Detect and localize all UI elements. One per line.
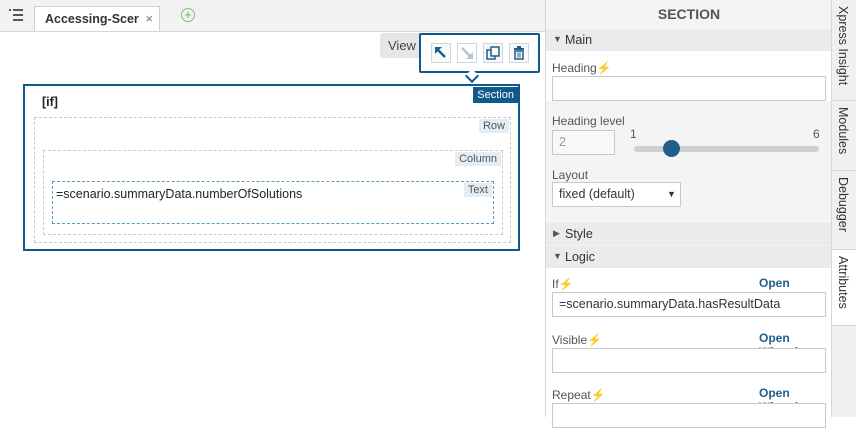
attributes-panel: SECTION ▼ Main Heading⚡ Heading level 2 … (545, 0, 832, 428)
slider-thumb[interactable] (662, 140, 680, 157)
heading-input[interactable] (552, 76, 826, 101)
slider-max-label: 6 (813, 127, 820, 141)
tab-label: Accessing-Scer (45, 12, 139, 26)
chevron-down-icon: ▼ (553, 251, 562, 261)
section-element[interactable]: [if] Section Row Column Text =scenario.s… (23, 84, 520, 251)
lightning-icon: ⚡ (590, 388, 606, 402)
style-section-header[interactable]: ▶ Style (546, 223, 832, 245)
menu-icon[interactable] (9, 9, 23, 21)
layout-label: Layout (552, 168, 589, 182)
visible-input[interactable] (552, 348, 826, 373)
lightning-icon: ⚡ (558, 277, 574, 291)
slider-min-label: 1 (630, 127, 637, 141)
text-element[interactable]: Text =scenario.summaryData.numberOfSolut… (52, 181, 494, 224)
select-child-icon[interactable] (457, 43, 477, 63)
tab-attributes[interactable]: Attributes (832, 250, 856, 326)
chevron-down-icon: ▼ (667, 189, 676, 199)
lightning-icon: ⚡ (596, 61, 612, 75)
tab-bar: Accessing-Scer × + (0, 0, 545, 32)
element-toolbar (419, 33, 540, 73)
if-label: If⚡ (552, 277, 574, 291)
visible-label-text: Visible (552, 333, 588, 347)
logic-section-label: Logic (565, 250, 595, 264)
visible-label: Visible⚡ (552, 333, 602, 347)
text-tag: Text (463, 183, 492, 197)
logic-section-header[interactable]: ▼ Logic (546, 246, 832, 268)
lightning-icon: ⚡ (587, 333, 603, 347)
tab-xpress-insight[interactable]: Xpress Insight (832, 0, 856, 101)
repeat-label-text: Repeat (552, 388, 591, 402)
main-section-label: Main (565, 33, 593, 47)
layout-select-value: fixed (default) (559, 187, 635, 201)
delete-icon[interactable] (509, 43, 529, 63)
row-element[interactable]: Row Column Text =scenario.summaryData.nu… (34, 117, 511, 243)
row-tag: Row (478, 119, 509, 133)
repeat-label: Repeat⚡ (552, 388, 606, 402)
section-tag: Section (473, 87, 518, 103)
section-heading: [if] (42, 95, 58, 109)
view-label: View (388, 38, 416, 53)
layout-select[interactable]: fixed (default) ▼ (552, 182, 681, 207)
chevron-right-icon: ▶ (553, 228, 560, 238)
add-tab-icon[interactable]: + (181, 8, 195, 22)
heading-label: Heading⚡ (552, 61, 612, 75)
tab-label: Modules (836, 107, 850, 155)
repeat-input[interactable] (552, 403, 826, 428)
text-content: =scenario.summaryData.numberOfSolutions (56, 187, 303, 201)
column-element[interactable]: Column Text =scenario.summaryData.number… (43, 150, 503, 235)
tab-debugger[interactable]: Debugger (832, 171, 856, 250)
heading-level-slider[interactable] (634, 146, 819, 152)
heading-level-input[interactable]: 2 (552, 130, 615, 155)
if-input[interactable]: =scenario.summaryData.hasResultData (552, 292, 826, 317)
if-label-text: If (552, 277, 559, 291)
tab-accessing-scenario[interactable]: Accessing-Scer × (34, 6, 160, 31)
heading-level-label: Heading level (552, 114, 625, 128)
tab-label: Attributes (836, 256, 850, 309)
tab-label: Xpress Insight (836, 6, 850, 86)
column-tag: Column (455, 152, 501, 166)
heading-label-text: Heading (552, 61, 597, 75)
tab-label: Debugger (836, 177, 850, 232)
style-section-label: Style (565, 227, 593, 241)
tab-modules[interactable]: Modules (832, 101, 856, 171)
panel-title: SECTION (657, 6, 721, 22)
main-section-header[interactable]: ▼ Main (546, 29, 832, 51)
close-icon[interactable]: × (145, 11, 153, 26)
chevron-down-icon: ▼ (553, 34, 562, 44)
select-parent-icon[interactable] (431, 43, 451, 63)
side-tabs: Xpress Insight Modules Debugger Attribut… (831, 0, 856, 417)
duplicate-icon[interactable] (483, 43, 503, 63)
